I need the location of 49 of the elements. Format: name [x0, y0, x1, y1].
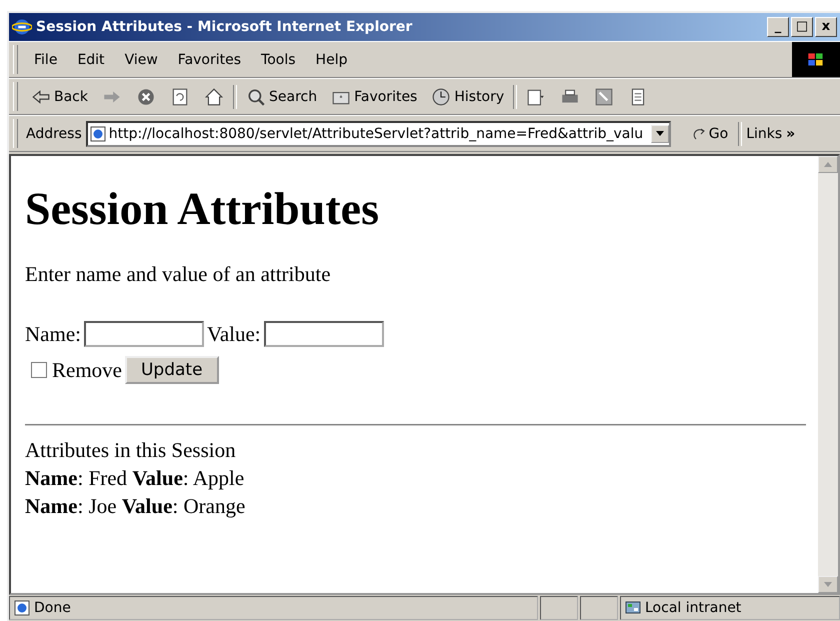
network-icon: [625, 600, 641, 616]
back-button[interactable]: Back: [26, 86, 93, 106]
go-arrow-icon: [692, 126, 707, 140]
home-icon: [204, 86, 224, 106]
search-button[interactable]: Search: [241, 86, 322, 106]
attribute-entry: Name: Joe Value: Orange: [25, 493, 246, 520]
more-chevron[interactable]: »: [786, 126, 796, 142]
menu-item[interactable]: Edit: [69, 52, 113, 68]
menu-item[interactable]: File: [26, 52, 66, 68]
maximize-button[interactable]: □: [791, 17, 813, 37]
search-icon: [246, 86, 266, 106]
name-label: Name:: [25, 321, 81, 348]
refresh-icon: [170, 86, 190, 106]
clock-icon: [431, 86, 452, 106]
value-field[interactable]: [264, 321, 384, 347]
menu-item[interactable]: Favorites: [170, 52, 250, 68]
status-text: Done: [34, 600, 71, 616]
links-button[interactable]: Links: [746, 126, 782, 142]
status-pane: [540, 596, 578, 620]
windows-logo-icon: [792, 42, 840, 77]
menu-item[interactable]: Tools: [253, 52, 304, 68]
zone-text: Local intranet: [645, 600, 742, 616]
address-label: Address: [26, 126, 82, 142]
favorites-button[interactable]: Favorites: [326, 86, 422, 106]
address-field[interactable]: http://localhost:8080/servlet/AttributeServlet?attrib_name=Fred&attrib_valu: [86, 120, 671, 146]
window-title: Session Attributes - Microsoft Internet Explorer: [36, 19, 412, 35]
update-button[interactable]: Update: [124, 356, 219, 384]
status-pane: [580, 596, 618, 620]
down-arrow-icon: [824, 582, 832, 587]
attribute-entry: Name: Fred Value: Apple: [25, 465, 246, 492]
value-label: Value:: [206, 321, 261, 348]
history-button[interactable]: History: [426, 86, 510, 106]
list-title: Attributes in this Session: [25, 437, 237, 464]
stop-icon: [136, 86, 156, 106]
remove-label: Remove: [52, 357, 122, 384]
minimize-button[interactable]: _: [767, 17, 789, 37]
browser-logo-icon: [12, 17, 32, 37]
up-arrow-icon: [824, 162, 832, 167]
name-field[interactable]: [84, 321, 204, 347]
remove-checkbox[interactable]: [31, 362, 47, 378]
dropdown-icon[interactable]: [650, 124, 669, 142]
intro-text: Enter name and value of an attribute: [25, 261, 332, 288]
page-icon: [14, 600, 30, 616]
menu-item[interactable]: View: [116, 52, 166, 68]
page-heading: Session Attributes: [25, 182, 380, 236]
page-icon: [90, 126, 106, 142]
menu-item[interactable]: Help: [308, 52, 356, 68]
go-button[interactable]: Go: [686, 124, 734, 142]
close-button[interactable]: x: [815, 17, 837, 37]
